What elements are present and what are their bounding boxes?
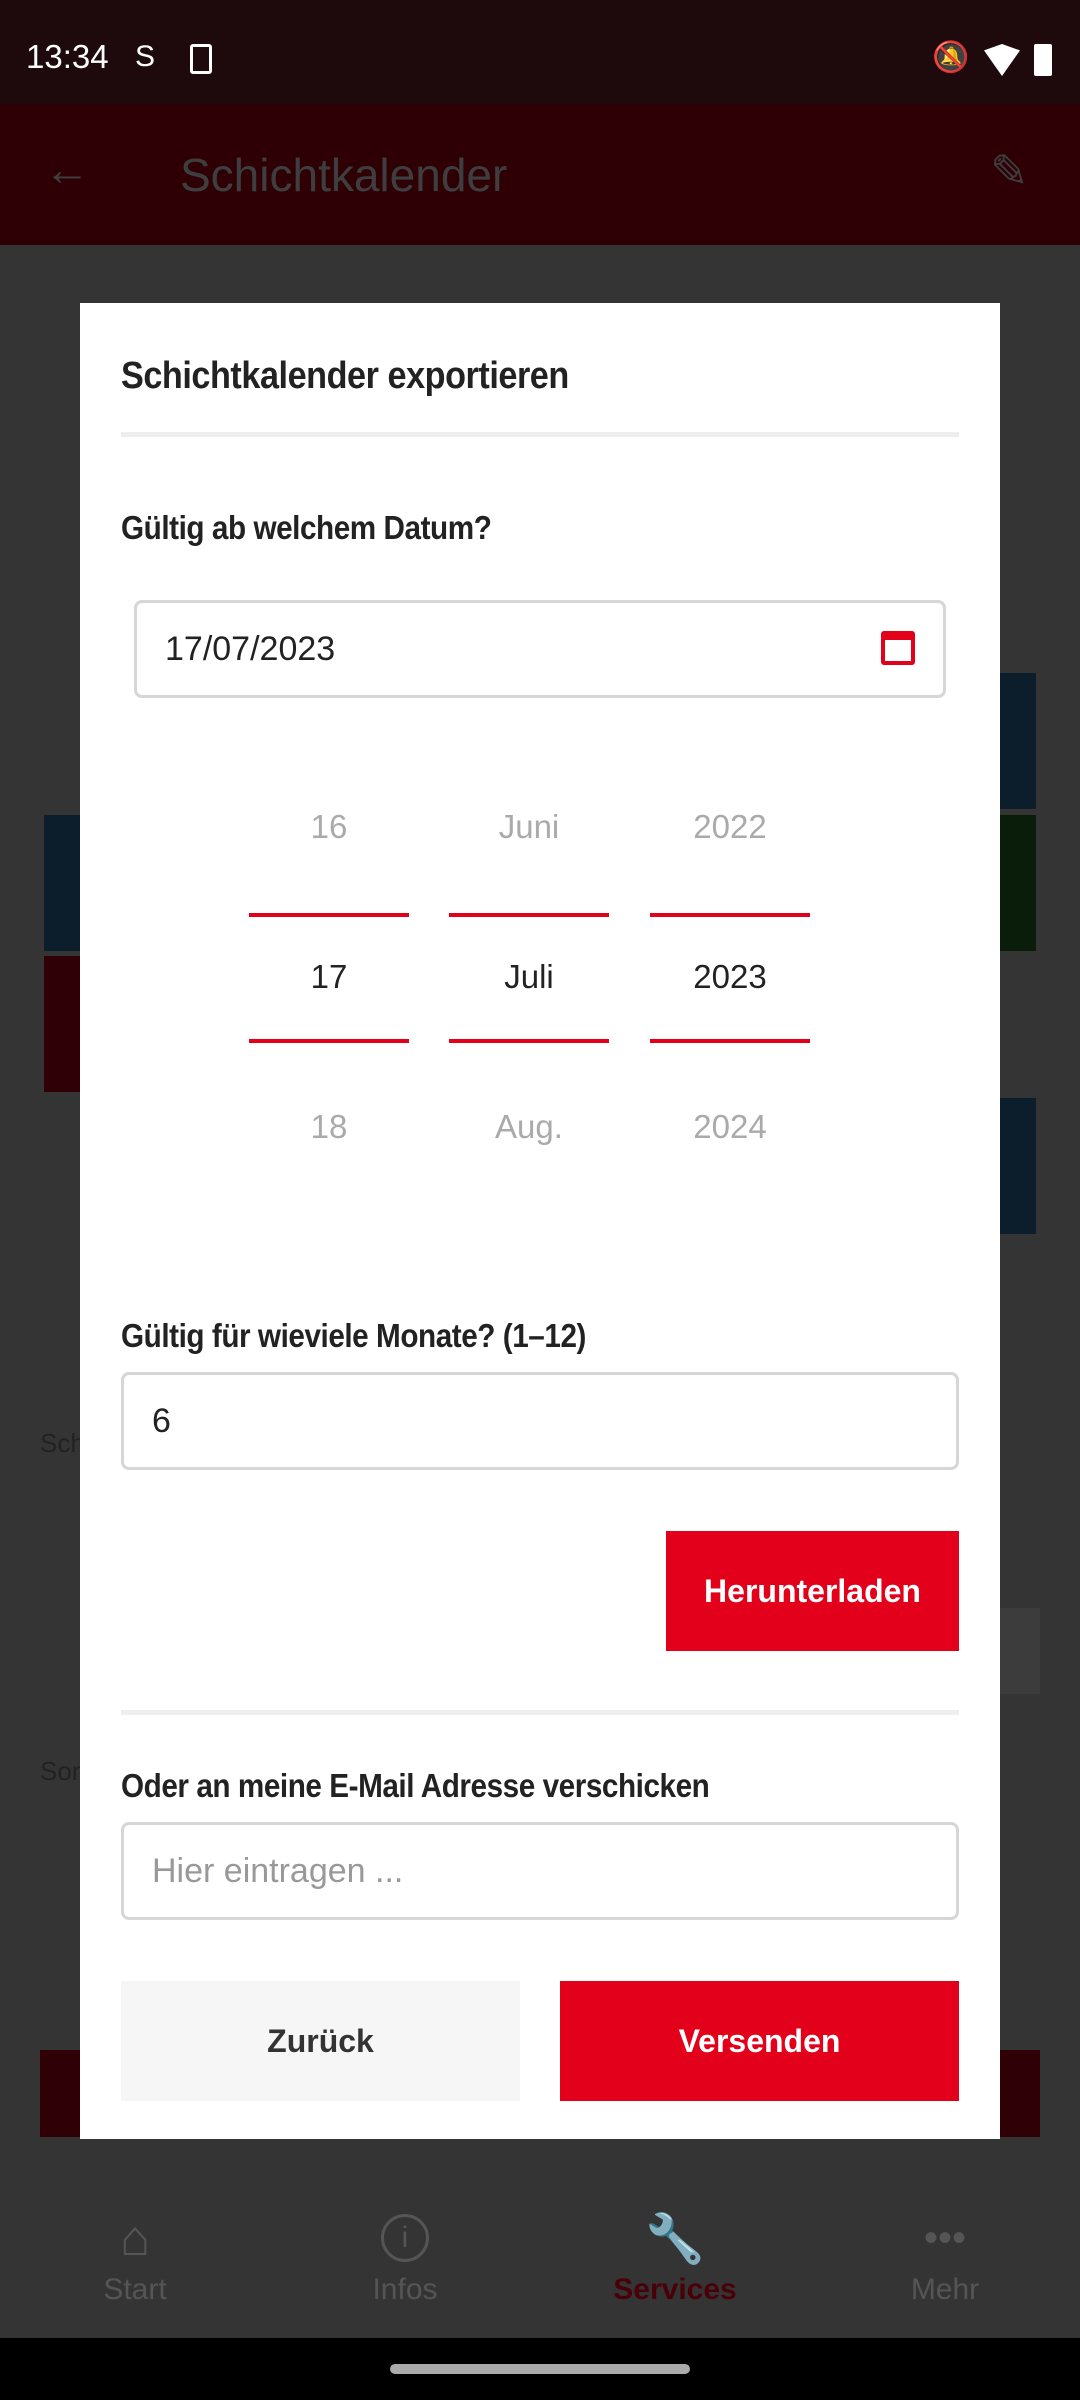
nav-label: Infos xyxy=(372,2273,438,2306)
home-icon: ⌂ xyxy=(119,2210,151,2266)
sync-icon: S xyxy=(135,40,156,73)
home-handle[interactable] xyxy=(390,2364,690,2374)
picker-day-selected[interactable]: 17 xyxy=(249,958,409,996)
nav-label: Mehr xyxy=(910,2273,980,2306)
back-button[interactable]: Zurück xyxy=(121,1981,520,2101)
nav-services[interactable]: 🔧 Services xyxy=(540,2203,810,2338)
email-placeholder: Hier eintragen ... xyxy=(152,1851,404,1890)
picker-year-next[interactable]: 2024 xyxy=(650,1108,810,1146)
picker-year-selected[interactable]: 2023 xyxy=(650,958,810,996)
send-button[interactable]: Versenden xyxy=(560,1981,959,2101)
bg-block xyxy=(1000,673,1036,809)
picker-month-prev[interactable]: Juni xyxy=(449,808,609,846)
divider xyxy=(121,1710,959,1715)
system-nav-bar xyxy=(0,2338,1080,2400)
more-icon: ••• xyxy=(923,2215,966,2260)
calendar-icon[interactable] xyxy=(881,631,915,665)
bg-text: Sch xyxy=(40,1428,85,1458)
nav-infos[interactable]: i Infos xyxy=(270,2203,540,2338)
download-button[interactable]: Herunterladen xyxy=(666,1531,959,1651)
picker-line xyxy=(249,1039,409,1043)
export-dialog: Schichtkalender exportieren Gültig ab we… xyxy=(80,303,1000,2139)
date-label: Gültig ab welchem Datum? xyxy=(121,509,492,546)
nav-label: Start xyxy=(103,2273,167,2306)
bottom-nav: ⌂ Start i Infos 🔧 Services ••• Mehr xyxy=(0,2203,1080,2338)
email-label: Oder an meine E-Mail Adresse verschicken xyxy=(121,1767,710,1804)
status-time: 13:34 xyxy=(26,38,109,75)
months-value: 6 xyxy=(152,1401,171,1440)
picker-day-prev[interactable]: 16 xyxy=(249,808,409,846)
email-input[interactable]: Hier eintragen ... xyxy=(121,1822,959,1920)
edit-pencil-icon[interactable]: ✎ xyxy=(990,144,1029,198)
bg-block xyxy=(1000,815,1036,951)
bg-block xyxy=(1000,1608,1040,1694)
months-input[interactable]: 6 xyxy=(121,1372,959,1470)
months-label: Gültig für wieviele Monate? (1–12) xyxy=(121,1317,586,1354)
app-bar: ← Schichtkalender ✎ xyxy=(0,104,1080,245)
picker-line xyxy=(650,1039,810,1043)
wrench-icon: 🔧 xyxy=(645,2212,705,2266)
page-title: Schichtkalender xyxy=(180,149,508,201)
mute-icon: 🔕 xyxy=(932,41,970,74)
battery-icon xyxy=(1034,44,1052,76)
bg-block xyxy=(1000,1098,1036,1234)
picker-month-selected[interactable]: Juli xyxy=(449,958,609,996)
status-bar: 13:34 S 🔕 xyxy=(0,0,1080,104)
bg-block xyxy=(44,956,80,1092)
back-arrow-icon[interactable]: ← xyxy=(44,142,90,196)
nav-label: Services xyxy=(613,2273,737,2306)
nav-more[interactable]: ••• Mehr xyxy=(810,2203,1080,2338)
nav-start[interactable]: ⌂ Start xyxy=(0,2203,270,2338)
picker-day-next[interactable]: 18 xyxy=(249,1108,409,1146)
info-icon: i xyxy=(270,2203,540,2273)
dialog-title: Schichtkalender exportieren xyxy=(121,355,569,397)
picker-line xyxy=(249,913,409,917)
picker-year-prev[interactable]: 2022 xyxy=(650,808,810,846)
sim-icon xyxy=(190,44,212,74)
picker-line xyxy=(650,913,810,917)
date-input[interactable]: 17/07/2023 xyxy=(134,600,946,698)
bg-block xyxy=(44,815,80,951)
divider xyxy=(121,432,959,437)
picker-line xyxy=(449,1039,609,1043)
picker-month-next[interactable]: Aug. xyxy=(449,1108,609,1146)
picker-line xyxy=(449,913,609,917)
wifi-icon xyxy=(984,44,1020,76)
date-value: 17/07/2023 xyxy=(165,629,336,668)
